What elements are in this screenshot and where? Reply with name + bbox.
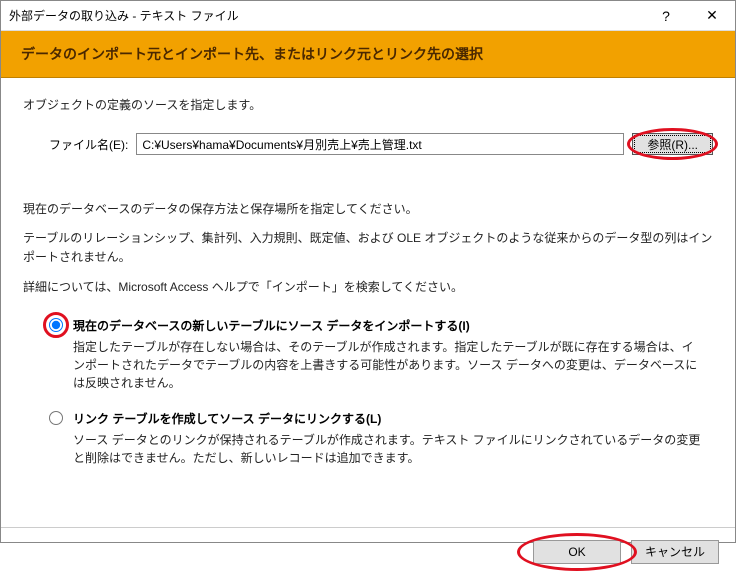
titlebar: 外部データの取り込み - テキスト ファイル ? ✕ (1, 1, 735, 31)
option-import-desc: 指定したテーブルが存在しない場合は、そのテーブルが作成されます。指定したテーブル… (73, 338, 713, 392)
close-button[interactable]: ✕ (689, 1, 735, 31)
window-title: 外部データの取り込み - テキスト ファイル (9, 7, 643, 24)
ok-button[interactable]: OK (533, 540, 621, 564)
browse-button[interactable]: 参照(R)... (632, 133, 713, 155)
content-area: オブジェクトの定義のソースを指定します。 ファイル名(E): 参照(R)... … (1, 78, 735, 467)
filename-label: ファイル名(E): (49, 136, 128, 153)
button-row: OK キャンセル (1, 528, 735, 576)
instruction-limitations: テーブルのリレーションシップ、集計列、入力規則、既定値、および OLE オブジェ… (23, 229, 713, 267)
option-link-desc: ソース データとのリンクが保持されるテーブルが作成されます。テキスト ファイルに… (73, 431, 713, 467)
instruction-source: オブジェクトの定義のソースを指定します。 (23, 96, 713, 113)
instruction-help: 詳細については、Microsoft Access ヘルプで「インポート」を検索し… (23, 278, 713, 297)
option-link[interactable]: リンク テーブルを作成してソース データにリンクする(L) ソース データとのリ… (49, 410, 713, 467)
cancel-button[interactable]: キャンセル (631, 540, 719, 564)
help-button[interactable]: ? (643, 1, 689, 31)
options-group: 現在のデータベースの新しいテーブルにソース データをインポートする(I) 指定し… (23, 317, 713, 467)
page-title: データのインポート元とインポート先、またはリンク元とリンク先の選択 (21, 44, 715, 64)
option-link-label: リンク テーブルを作成してソース データにリンクする(L) (73, 410, 713, 427)
option-import-label: 現在のデータベースの新しいテーブルにソース データをインポートする(I) (73, 317, 713, 334)
file-row: ファイル名(E): 参照(R)... (23, 133, 713, 155)
option-import[interactable]: 現在のデータベースの新しいテーブルにソース データをインポートする(I) 指定し… (49, 317, 713, 392)
banner: データのインポート元とインポート先、またはリンク元とリンク先の選択 (1, 31, 735, 78)
radio-import[interactable] (49, 318, 63, 332)
radio-link[interactable] (49, 411, 63, 425)
filename-input[interactable] (136, 133, 624, 155)
instruction-storage: 現在のデータベースのデータの保存方法と保存場所を指定してください。 (23, 200, 713, 219)
